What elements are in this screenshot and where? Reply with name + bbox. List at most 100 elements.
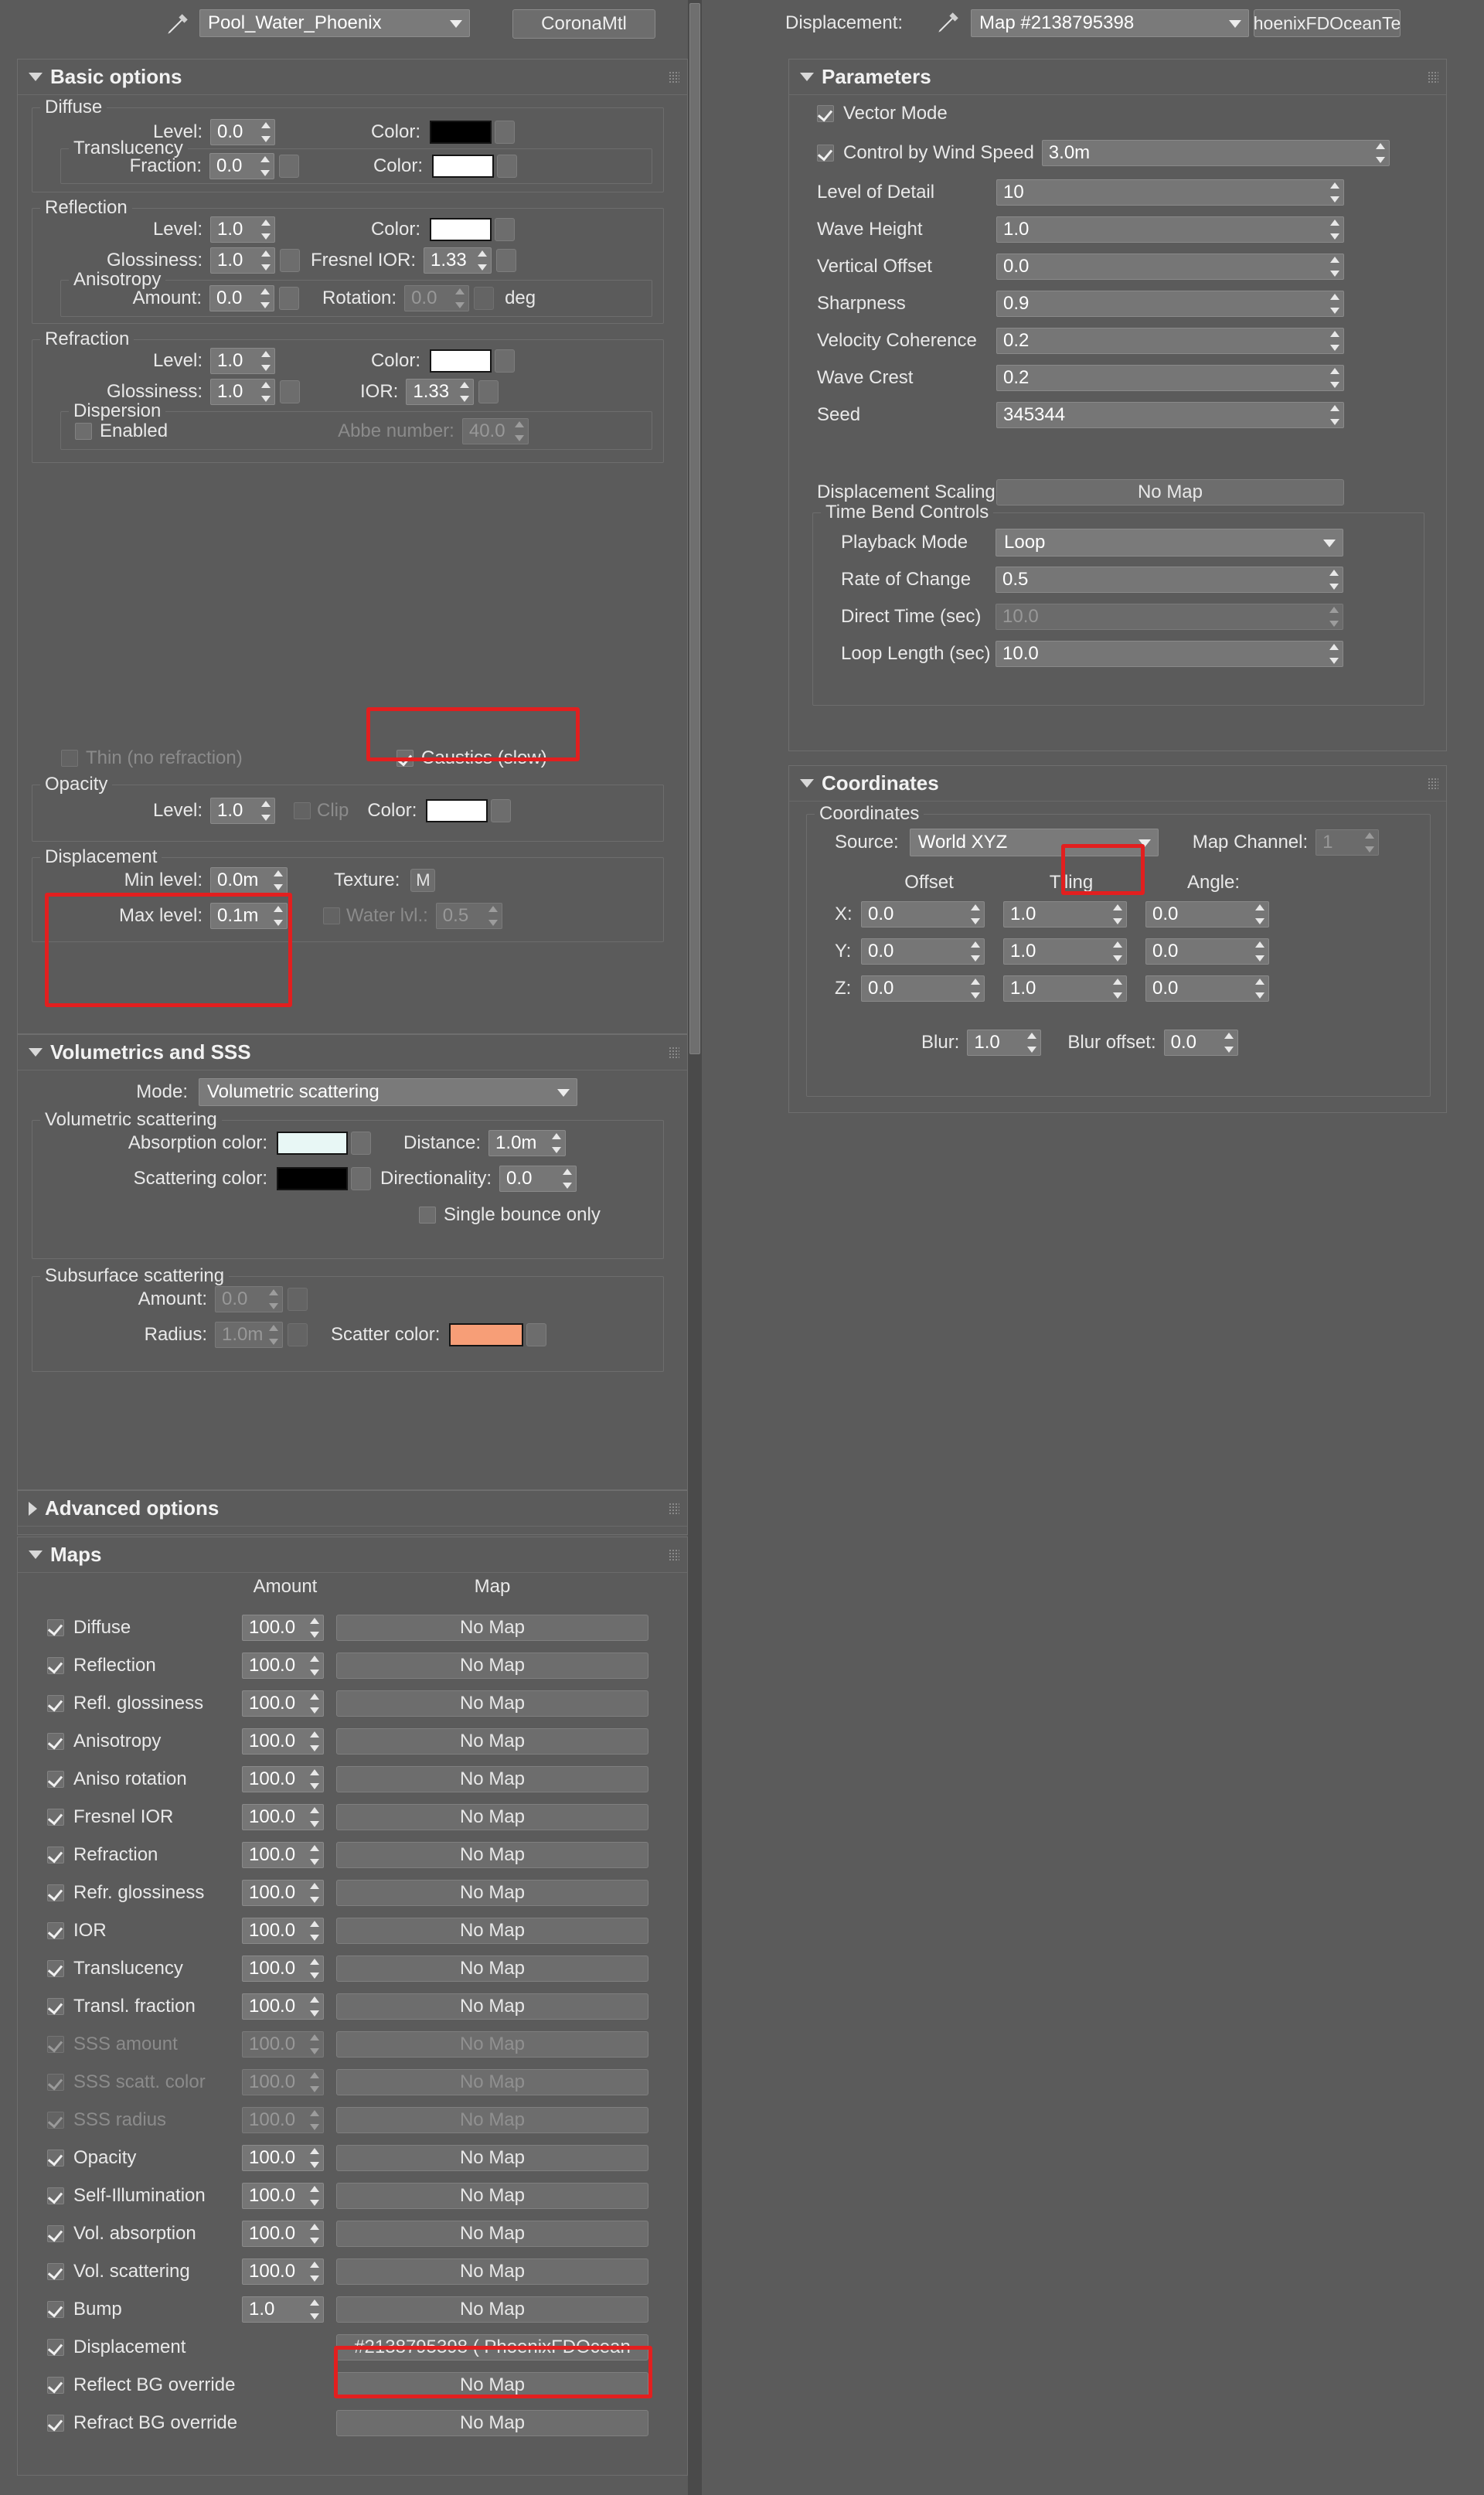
tiling-spinner[interactable]: 1.0 — [1003, 901, 1127, 928]
spinner-arrows-icon[interactable] — [309, 1656, 320, 1676]
spinner-arrows-icon[interactable] — [309, 2224, 320, 2244]
map-enable-checkbox[interactable] — [47, 2263, 64, 2280]
map-amount-spinner[interactable]: 100.0 — [242, 2107, 324, 2133]
reflection-color-swatch[interactable] — [430, 218, 492, 241]
distance-spinner[interactable]: 1.0m — [488, 1130, 567, 1156]
map-enable-checkbox[interactable] — [47, 1619, 64, 1636]
map-amount-spinner[interactable]: 100.0 — [242, 1690, 324, 1717]
map-enable-checkbox[interactable] — [47, 2150, 64, 2167]
map-slot-button[interactable]: No Map — [336, 1653, 648, 1679]
ior-map-button[interactable] — [478, 380, 499, 403]
spinner-arrows-icon[interactable] — [309, 2034, 320, 2054]
map-slot-button[interactable]: No Map — [336, 1880, 648, 1906]
blur-spinner[interactable]: 1.0 — [967, 1030, 1042, 1056]
spinner-arrows-icon[interactable] — [1329, 182, 1340, 203]
opacity-clip-checkbox[interactable] — [294, 802, 311, 819]
ior-spinner[interactable]: 1.33 — [406, 379, 475, 405]
map-amount-spinner[interactable]: 100.0 — [242, 1615, 324, 1641]
absorption-color-swatch[interactable] — [277, 1132, 348, 1155]
scrollbar-thumb[interactable] — [689, 3, 700, 1054]
wind-speed-spinner[interactable]: 3.0m — [1041, 140, 1390, 166]
spinner-arrows-icon[interactable] — [309, 2262, 320, 2282]
map-slot-button[interactable]: No Map — [336, 1804, 648, 1830]
spinner-arrows-icon[interactable] — [268, 1325, 279, 1345]
map-amount-spinner[interactable]: 100.0 — [242, 2145, 324, 2171]
spinner-arrows-icon[interactable] — [309, 2148, 320, 2168]
offset-spinner[interactable]: 0.0 — [861, 938, 985, 965]
spinner-arrows-icon[interactable] — [1329, 644, 1339, 664]
map-slot-button[interactable]: No Map — [336, 2069, 648, 2095]
map-enable-checkbox[interactable] — [47, 2377, 64, 2394]
parameter-spinner[interactable]: 0.9 — [996, 291, 1344, 317]
spinner-arrows-icon[interactable] — [514, 421, 525, 441]
spinner-arrows-icon[interactable] — [260, 288, 271, 308]
map-amount-spinner[interactable]: 100.0 — [242, 2258, 324, 2285]
map-enable-checkbox[interactable] — [47, 2415, 64, 2432]
eyedropper-icon[interactable] — [165, 11, 191, 37]
map-amount-spinner[interactable]: 100.0 — [242, 1728, 324, 1755]
map-amount-spinner[interactable]: 100.0 — [242, 2069, 324, 2095]
maps-header[interactable]: Maps — [18, 1537, 687, 1573]
scatter-color-map-button[interactable] — [526, 1323, 547, 1346]
map-amount-spinner[interactable]: 100.0 — [242, 2221, 324, 2247]
tiling-spinner[interactable]: 1.0 — [1003, 938, 1127, 965]
spinner-arrows-icon[interactable] — [268, 1289, 279, 1309]
parameter-spinner[interactable]: 345344 — [996, 402, 1344, 428]
spinner-arrows-icon[interactable] — [309, 2186, 320, 2206]
spinner-arrows-icon[interactable] — [1112, 904, 1123, 924]
opacity-color-swatch[interactable] — [426, 799, 488, 822]
anisotropy-amount-map-button[interactable] — [279, 287, 299, 310]
spinner-arrows-icon[interactable] — [551, 1133, 562, 1153]
map-amount-spinner[interactable]: 100.0 — [242, 1804, 324, 1830]
scatter-color-swatch[interactable] — [449, 1323, 524, 1346]
dispersion-enabled-checkbox[interactable] — [75, 423, 92, 440]
refraction-color-swatch[interactable] — [430, 349, 492, 373]
map-amount-spinner[interactable]: 100.0 — [242, 2183, 324, 2209]
spinner-arrows-icon[interactable] — [309, 2072, 320, 2092]
map-enable-checkbox[interactable] — [47, 1998, 64, 2015]
parameter-spinner[interactable]: 10 — [996, 179, 1344, 206]
reflection-level-spinner[interactable]: 1.0 — [210, 216, 275, 243]
rate-of-change-spinner[interactable]: 0.5 — [996, 567, 1343, 593]
scattering-color-swatch[interactable] — [277, 1167, 348, 1190]
map-amount-spinner[interactable]: 100.0 — [242, 1766, 324, 1792]
map-slot-button[interactable]: #2138795398 ( PhoenixFDOcean — [336, 2334, 648, 2361]
refraction-level-spinner[interactable]: 1.0 — [210, 348, 275, 374]
map-enable-checkbox[interactable] — [47, 2036, 64, 2053]
translucency-fraction-map-button[interactable] — [279, 155, 299, 178]
spinner-arrows-icon[interactable] — [1329, 570, 1339, 590]
map-slot-button[interactable]: No Map — [336, 2372, 648, 2398]
spinner-arrows-icon[interactable] — [1254, 979, 1265, 999]
spinner-arrows-icon[interactable] — [260, 250, 271, 271]
map-slot-button[interactable]: No Map — [336, 2183, 648, 2209]
spinner-arrows-icon[interactable] — [309, 1996, 320, 2017]
angle-spinner[interactable]: 0.0 — [1145, 901, 1269, 928]
map-slot-button[interactable]: No Map — [336, 2410, 648, 2436]
spinner-arrows-icon[interactable] — [260, 122, 271, 142]
aniso-rotation-map-button[interactable] — [474, 287, 495, 310]
displacement-texture-button[interactable]: M — [410, 869, 436, 892]
eyedropper-icon[interactable] — [935, 9, 962, 36]
map-slot-button[interactable]: No Map — [336, 2296, 648, 2323]
volumetrics-mode-dropdown[interactable]: Volumetric scattering — [199, 1078, 577, 1106]
map-slot-button[interactable]: No Map — [336, 1993, 648, 2020]
spinner-arrows-icon[interactable] — [309, 2110, 320, 2130]
thin-no-refraction-checkbox[interactable] — [61, 750, 78, 767]
spinner-arrows-icon[interactable] — [273, 870, 284, 890]
map-slot-button[interactable]: No Map — [336, 2031, 648, 2058]
map-amount-spinner[interactable]: 100.0 — [242, 2031, 324, 2058]
spinner-arrows-icon[interactable] — [309, 1769, 320, 1789]
map-enable-checkbox[interactable] — [47, 1884, 64, 1901]
parameters-header[interactable]: Parameters — [789, 60, 1446, 95]
spinner-arrows-icon[interactable] — [309, 1731, 320, 1751]
spinner-arrows-icon[interactable] — [1375, 143, 1386, 163]
displacement-min-spinner[interactable]: 0.0m — [210, 867, 288, 894]
parameter-spinner[interactable]: 0.2 — [996, 328, 1344, 354]
fresnel-ior-map-button[interactable] — [496, 249, 517, 272]
sss-amount-spinner[interactable]: 0.0 — [215, 1286, 283, 1312]
sss-radius-map-button[interactable] — [288, 1323, 308, 1346]
sss-radius-spinner[interactable]: 1.0m — [215, 1322, 283, 1348]
map-slot-button[interactable]: No Map — [336, 1955, 648, 1982]
map-slot-button[interactable]: No Map — [336, 1918, 648, 1944]
vertical-scrollbar[interactable] — [688, 0, 702, 2495]
